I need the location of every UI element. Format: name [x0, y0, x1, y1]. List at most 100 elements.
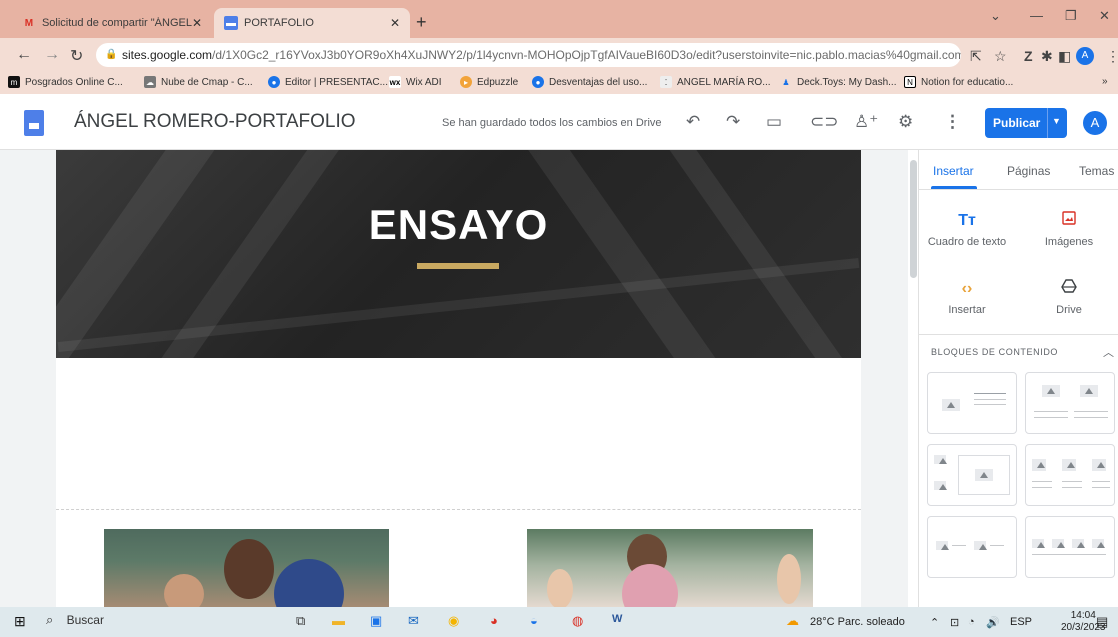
network-icon[interactable]: ⊡	[950, 616, 959, 629]
account-avatar[interactable]: A	[1083, 111, 1107, 135]
restore-icon[interactable]: ❐	[1065, 8, 1077, 24]
extensions-icon[interactable]: ✱	[1041, 48, 1053, 65]
store-icon[interactable]: ▣	[370, 613, 382, 629]
norton-icon[interactable]: ◉	[448, 613, 459, 629]
bookmark-item[interactable]: ♟ Deck.Toys: My Dash...	[780, 76, 896, 88]
windows-start-icon[interactable]: ⊞	[14, 613, 26, 630]
bookmark-item[interactable]: ⁚ ANGEL MARÍA RO...	[660, 76, 771, 88]
image-placeholder-icon	[1080, 385, 1098, 397]
share-with-others-icon[interactable]: ♙⁺	[854, 112, 878, 132]
close-icon[interactable]: ✕	[390, 16, 400, 30]
tab-label: Solicitud de compartir "ÁNGEL R	[41, 17, 192, 29]
tab-temas[interactable]: Temas	[1079, 164, 1114, 178]
edge-icon[interactable]: ◒	[530, 613, 538, 628]
hero-title[interactable]: ENSAYO	[56, 201, 861, 249]
bookmark-item[interactable]: wx Wix ADI	[389, 76, 442, 88]
profile-avatar[interactable]: A	[1076, 47, 1094, 65]
weather-text[interactable]: 28°C Parc. soleado	[810, 616, 905, 628]
drive-tool[interactable]: Drive	[1024, 278, 1114, 316]
tray-chevron-icon[interactable]: ⌃	[930, 616, 939, 629]
word-icon[interactable]: W	[612, 613, 622, 625]
text-box-tool[interactable]: Tт Cuadro de texto	[922, 210, 1012, 248]
content-block-two-images[interactable]	[1025, 372, 1115, 434]
bookmark-item[interactable]: ● Editor | PRESENTAC...	[268, 76, 388, 88]
bookmark-icon: m	[8, 76, 20, 88]
tab-gmail[interactable]: M Solicitud de compartir "ÁNGEL R ✕	[12, 8, 212, 38]
canvas-scrollbar[interactable]	[910, 160, 917, 278]
file-explorer-icon[interactable]: ▬	[332, 613, 345, 628]
language-indicator[interactable]: ESP	[1010, 616, 1032, 628]
chevron-down-icon[interactable]: ▼	[1052, 116, 1061, 126]
text-line	[974, 393, 1006, 394]
bookmark-item[interactable]: ● Desventajas del uso...	[532, 76, 647, 88]
image-placeholder-icon	[1032, 539, 1045, 548]
redo-icon[interactable]: ↷	[726, 112, 740, 132]
minimize-icon[interactable]: —	[1030, 8, 1043, 23]
text-line	[1062, 481, 1082, 482]
content-block-image-list[interactable]	[927, 516, 1017, 578]
link-icon[interactable]: ⊂⊃	[810, 112, 839, 132]
settings-gear-icon[interactable]: ⚙	[898, 112, 913, 132]
volume-icon[interactable]: 🔊	[986, 616, 1000, 629]
reload-icon[interactable]: ↻	[70, 46, 83, 66]
publish-button[interactable]: Publicar ▼	[985, 108, 1067, 138]
tab-insertar[interactable]: Insertar	[933, 164, 974, 178]
content-block-four-images[interactable]	[1025, 516, 1115, 578]
google-sites-logo-icon[interactable]	[24, 110, 44, 136]
classroom-raised-hands-image[interactable]	[527, 529, 813, 607]
more-bookmarks-button[interactable]: »	[1102, 76, 1108, 87]
weather-icon[interactable]: ☁	[786, 613, 799, 629]
text-line	[1032, 554, 1106, 555]
insert-panel: Insertar Páginas Temas Tт Cuadro de text…	[918, 150, 1118, 607]
address-bar[interactable]: 🔒 sites.google.com/d/1X0Gc2_r16YVoxJ3b0Y…	[96, 43, 961, 67]
text-line	[1032, 487, 1052, 488]
chevron-up-icon[interactable]: ︿	[1103, 344, 1114, 360]
tab-portafolio[interactable]: ▬ PORTAFOLIO ✕	[214, 8, 410, 38]
tab-paginas[interactable]: Páginas	[1007, 164, 1050, 178]
content-block-image-grid[interactable]	[927, 444, 1017, 506]
hero-texture	[666, 150, 861, 358]
new-tab-button[interactable]: +	[416, 12, 427, 33]
more-options-icon[interactable]: ⋮	[944, 112, 961, 132]
wifi-icon[interactable]: ◔	[968, 616, 975, 628]
tab-search-icon[interactable]: ⌄	[990, 8, 1001, 24]
image-placeholder-icon	[936, 541, 949, 550]
text-line	[952, 545, 966, 546]
images-tool[interactable]: Imágenes	[1024, 210, 1114, 248]
browser-tab-strip: M Solicitud de compartir "ÁNGEL R ✕ ▬ PO…	[0, 0, 1118, 38]
undo-icon[interactable]: ↶	[686, 112, 700, 132]
side-panel-icon[interactable]: ◧	[1058, 48, 1071, 65]
bookmark-item[interactable]: ☁ Nube de Cmap - C...	[144, 76, 253, 88]
save-status: Se han guardado todos los cambios en Dri…	[442, 117, 662, 129]
bookmark-item[interactable]: ▸ Edpuzzle	[460, 76, 518, 88]
bookmark-star-icon[interactable]: ☆	[994, 48, 1007, 65]
back-icon[interactable]: ←	[16, 46, 32, 64]
extension-z-icon[interactable]: Z	[1024, 48, 1033, 64]
mail-icon[interactable]: ✉	[408, 613, 419, 629]
hero-banner[interactable]: ENSAYO	[56, 150, 861, 358]
bookmark-item[interactable]: m Posgrados Online C...	[8, 76, 123, 88]
image-detail	[164, 574, 204, 607]
forward-icon[interactable]: →	[44, 46, 60, 64]
bookmark-item[interactable]: N Notion for educatio...	[904, 76, 1013, 88]
globe-icon: ●	[268, 76, 280, 88]
embed-tool[interactable]: ‹› Insertar	[922, 278, 1012, 316]
image-placeholder-icon	[1052, 539, 1065, 548]
task-view-icon[interactable]: ⧉	[296, 613, 305, 629]
share-icon[interactable]: ⇱	[970, 48, 982, 65]
content-block-image-text[interactable]	[927, 372, 1017, 434]
preview-icon[interactable]: ▭	[766, 112, 782, 132]
content-block-three-images[interactable]	[1025, 444, 1115, 506]
image-detail	[547, 569, 573, 607]
taskbar-search[interactable]: ⌕ Buscar	[46, 612, 104, 628]
chrome-profile-icon[interactable]: ◕	[490, 613, 498, 628]
teacher-helping-students-image[interactable]	[104, 529, 389, 607]
text-line	[1032, 481, 1052, 482]
notifications-icon[interactable]: ▤	[1096, 614, 1108, 630]
window-close-icon[interactable]: ✕	[1099, 8, 1110, 24]
close-icon[interactable]: ✕	[192, 16, 202, 30]
sites-icon: ▬	[224, 16, 238, 30]
site-title[interactable]: ÁNGEL ROMERO-PORTAFOLIO	[74, 111, 356, 133]
browser-menu-icon[interactable]: ⋮	[1106, 48, 1118, 65]
chrome-icon[interactable]: ◍	[572, 613, 583, 629]
